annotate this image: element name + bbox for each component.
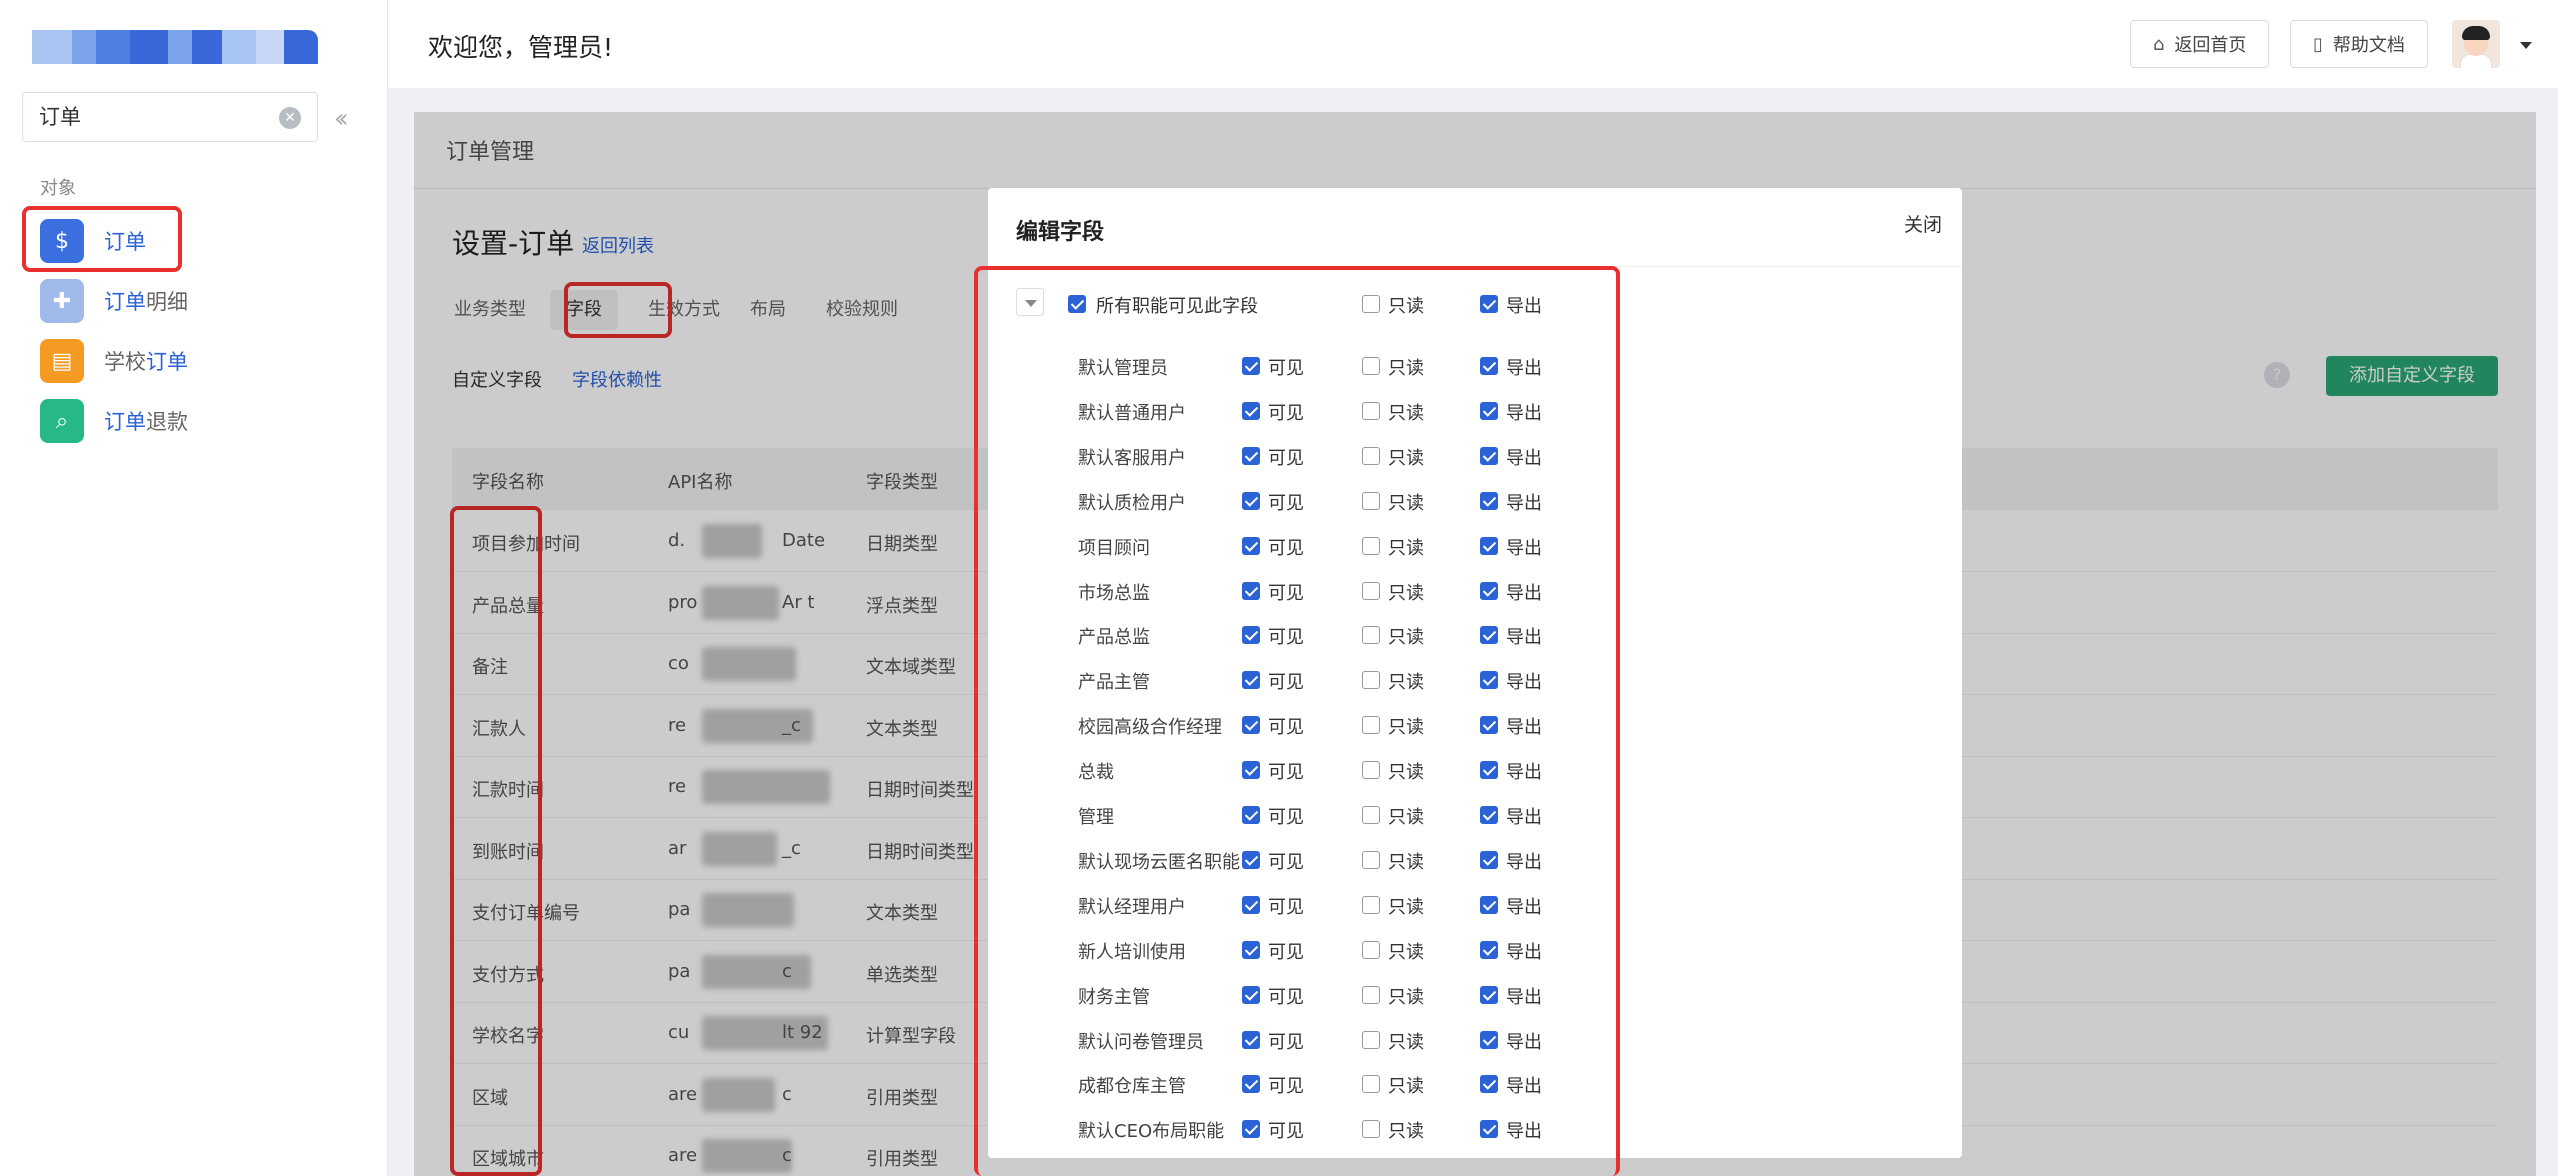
welcome-text: 欢迎您，管理员! — [428, 33, 614, 62]
logo — [32, 30, 318, 64]
close-button[interactable]: 关闭 — [1904, 210, 1942, 237]
document-icon: ▯ — [2313, 33, 2323, 55]
clear-icon[interactable]: ✕ — [279, 107, 301, 129]
puzzle-icon: ✚ — [40, 279, 84, 323]
search-input[interactable] — [39, 104, 269, 128]
section-title: 对象 — [40, 178, 76, 199]
sidebar: ✕ ‹‹ 对象 $ 订单 ✚ 订单明细 ▤ 学校订单 ⌕ 订单退款 — [0, 0, 388, 1176]
avatar[interactable] — [2452, 20, 2500, 68]
home-button-label: 返回首页 — [2174, 35, 2247, 56]
home-icon: ⌂ — [2153, 33, 2165, 55]
docs-button[interactable]: ▯ 帮助文档 — [2290, 20, 2428, 68]
search-doc-icon: ⌕ — [40, 399, 84, 443]
modal-title: 编辑字段 — [1016, 220, 1105, 245]
search-box[interactable]: ✕ — [22, 92, 318, 142]
sidebar-item-label: 订单明细 — [104, 290, 188, 314]
chevron-down-icon[interactable] — [2520, 42, 2532, 49]
highlight-box — [22, 206, 182, 272]
sidebar-item-order-detail[interactable]: ✚ 订单明细 — [40, 278, 188, 324]
sidebar-item-order-refund[interactable]: ⌕ 订单退款 — [40, 398, 188, 444]
sidebar-item-label: 订单退款 — [104, 410, 188, 434]
top-header: 欢迎您，管理员! ⌂ 返回首页 ▯ 帮助文档 — [388, 0, 2558, 88]
briefcase-icon: ▤ — [40, 339, 84, 383]
home-button[interactable]: ⌂ 返回首页 — [2130, 20, 2270, 68]
sidebar-item-label: 学校订单 — [104, 350, 188, 374]
docs-button-label: 帮助文档 — [2332, 35, 2405, 56]
highlight-box — [974, 266, 1620, 1176]
sidebar-item-school-order[interactable]: ▤ 学校订单 — [40, 338, 188, 384]
collapse-sidebar-icon[interactable]: ‹‹ — [334, 104, 349, 134]
